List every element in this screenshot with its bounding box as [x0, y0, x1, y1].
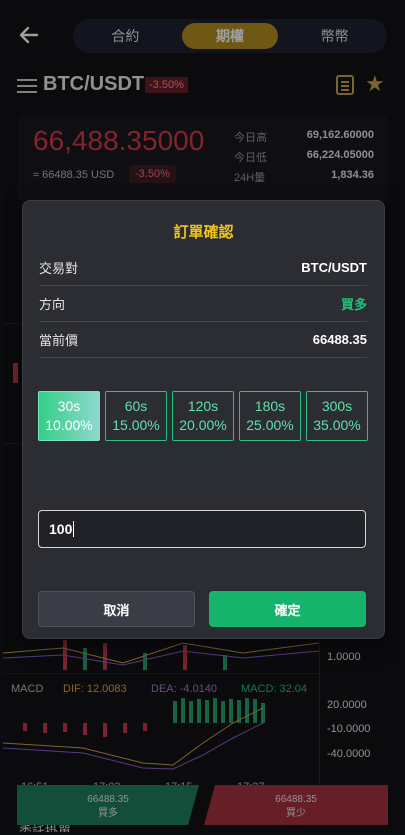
duration-options: 30s 10.00% 60s 15.00% 120s 20.00% 180s 2… — [38, 391, 368, 443]
option-rate: 20.00% — [179, 417, 227, 433]
amount-value: 100 — [49, 521, 73, 537]
option-300s[interactable]: 300s 35.00% — [306, 391, 368, 441]
text-caret — [73, 521, 75, 537]
amount-input[interactable]: 100 — [38, 510, 366, 548]
option-rate: 10.00% — [45, 417, 93, 433]
row-value: BTC/USDT — [301, 259, 367, 275]
confirm-button[interactable]: 確定 — [209, 591, 366, 627]
order-confirm-dialog: 訂單確認 交易對 BTC/USDT 方向 買多 當前價 66488.35 30s… — [22, 200, 385, 639]
option-rate: 25.00% — [246, 417, 294, 433]
option-rate: 15.00% — [112, 417, 160, 433]
option-time: 180s — [254, 398, 286, 414]
row-label: 方向 — [39, 296, 66, 312]
cancel-button[interactable]: 取消 — [38, 591, 195, 627]
row-label: 交易對 — [39, 260, 79, 276]
option-120s[interactable]: 120s 20.00% — [172, 391, 234, 441]
row-current-price: 當前價 66488.35 — [39, 321, 367, 358]
option-time: 60s — [124, 398, 148, 414]
option-180s[interactable]: 180s 25.00% — [239, 391, 301, 441]
option-time: 120s — [187, 398, 219, 414]
option-60s[interactable]: 60s 15.00% — [105, 391, 167, 441]
option-time: 30s — [57, 398, 81, 414]
row-value: 66488.35 — [312, 331, 367, 347]
option-time: 300s — [321, 398, 353, 414]
row-direction: 方向 買多 — [39, 285, 367, 322]
app-frame: 合約 期權 幣幣 BTC/USDT -3.50% ★ 66,488.35000 … — [3, 3, 402, 832]
dialog-title: 訂單確認 — [173, 224, 234, 241]
row-value: 買多 — [340, 296, 367, 312]
row-pair: 交易對 BTC/USDT — [39, 249, 367, 286]
option-rate: 35.00% — [313, 417, 361, 433]
row-label: 當前價 — [39, 332, 79, 348]
option-30s[interactable]: 30s 10.00% — [38, 391, 100, 441]
